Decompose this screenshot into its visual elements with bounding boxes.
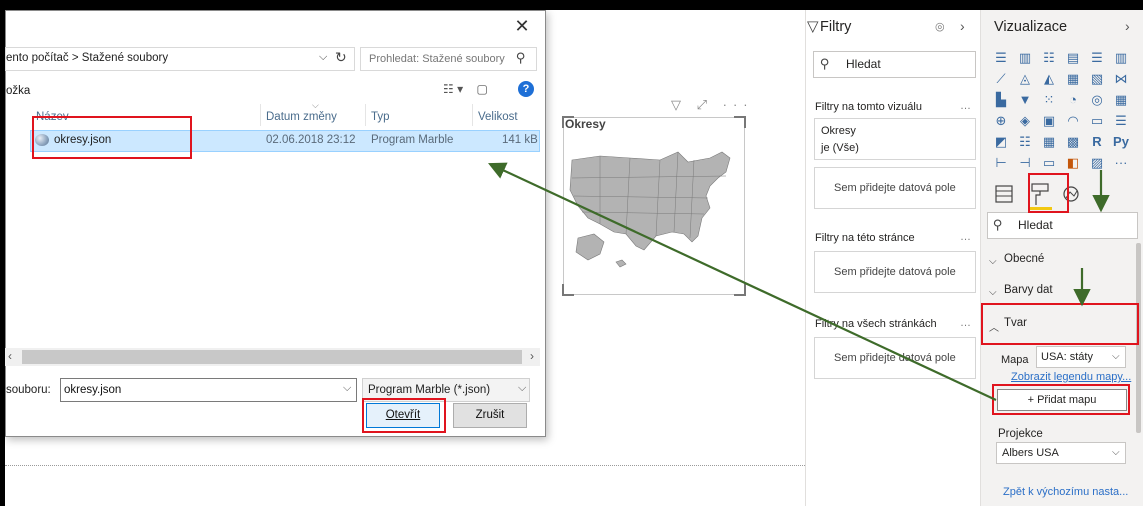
- annotation-arrows: [488, 162, 1110, 401]
- arrow-to-file: [488, 162, 997, 401]
